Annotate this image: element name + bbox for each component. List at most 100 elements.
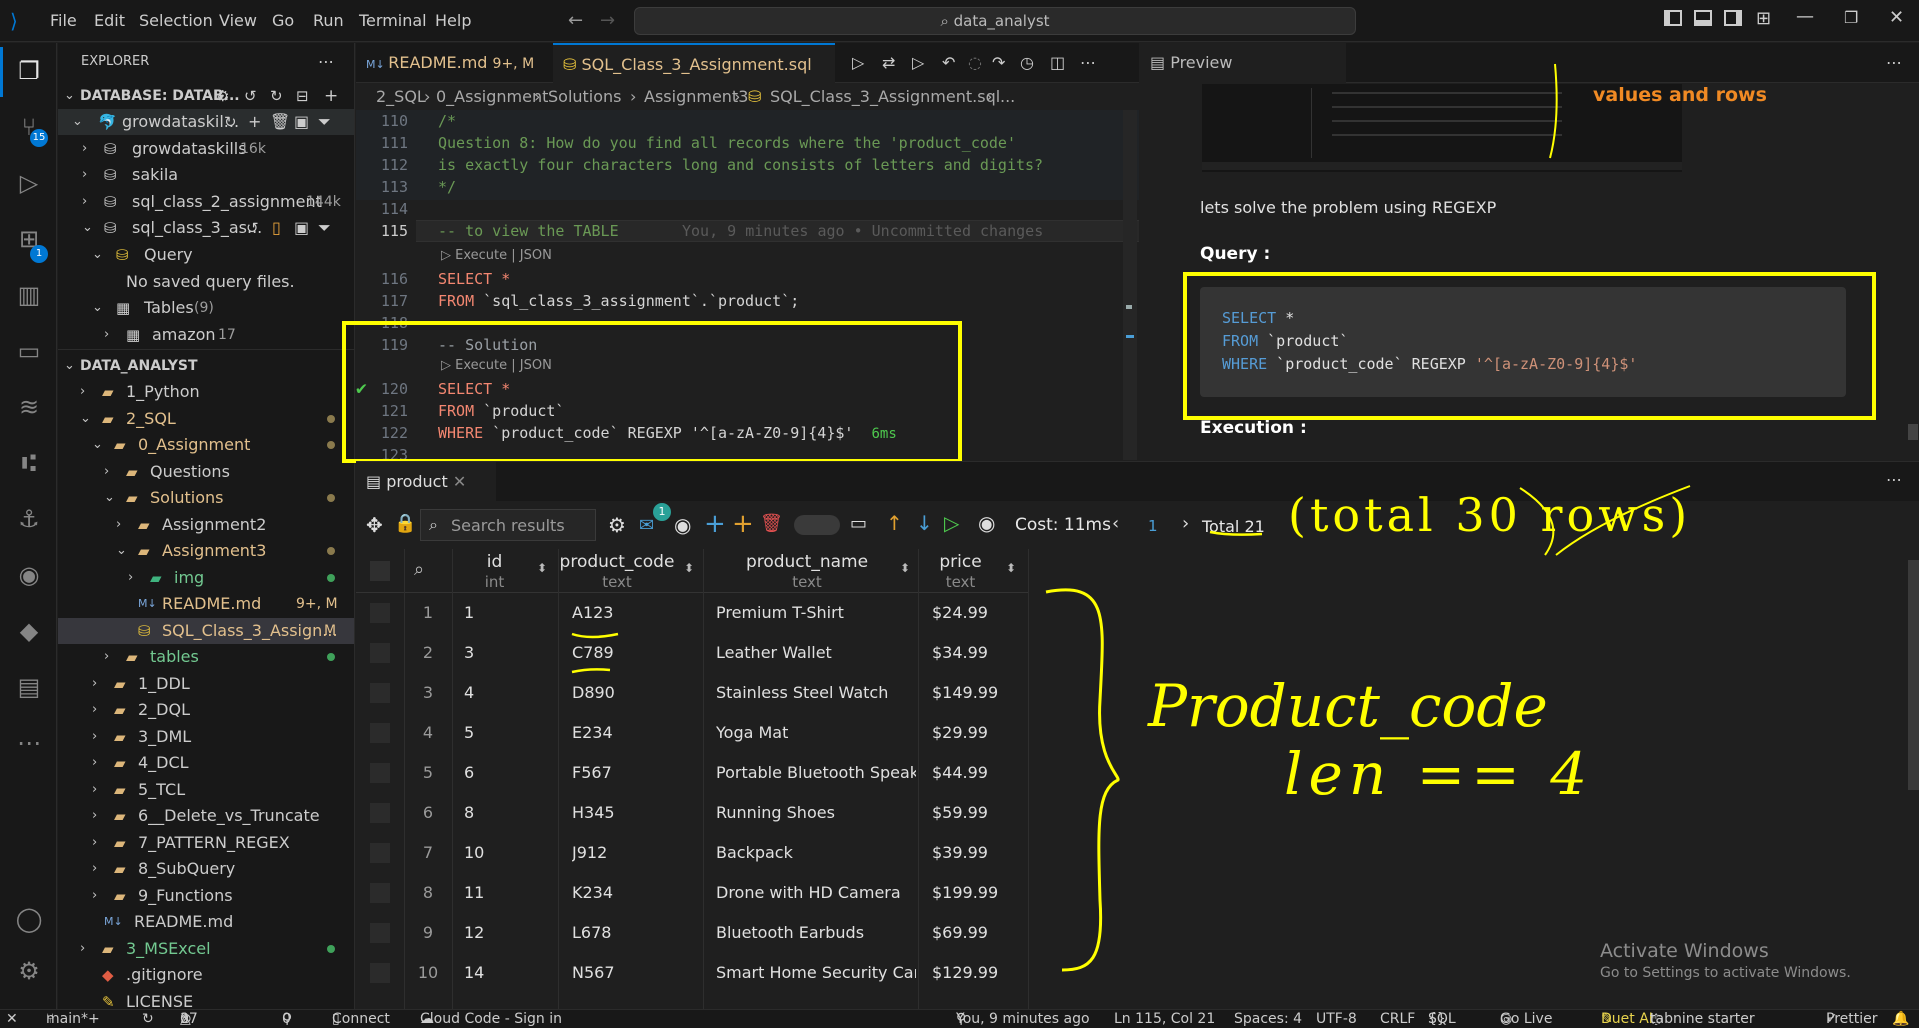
row-checkbox[interactable] — [370, 843, 390, 863]
table-row[interactable]: 5 6 F567 Portable Bluetooth Speaker $44.99 — [356, 753, 1029, 793]
run-debug-icon[interactable]: ▷ — [13, 167, 45, 199]
cell-price[interactable]: $39.99 — [932, 833, 1028, 873]
folder-item[interactable]: › ▰ img — [58, 565, 354, 591]
gear-icon[interactable]: ⚙ — [608, 513, 626, 537]
cell-product-code[interactable]: N567 — [572, 953, 700, 993]
gear-icon[interactable]: ⚙ — [216, 83, 229, 109]
row-number[interactable]: 9 — [404, 913, 452, 953]
breadcrumb-item[interactable]: 0_Assignment — [436, 84, 548, 110]
menu-selection[interactable]: Selection — [139, 0, 213, 42]
db-item[interactable]: › ⛁ sql_class_2_assignment 144k — [58, 189, 354, 215]
folder-item[interactable]: › ▰ 5_TCL — [58, 777, 354, 803]
sort-icon[interactable]: ⬍ — [537, 561, 547, 575]
sync-icon[interactable]: ↻ — [142, 1010, 154, 1028]
next-page-icon[interactable]: › — [1182, 513, 1189, 534]
row-number[interactable]: 7 — [404, 833, 452, 873]
row-number[interactable]: 10 — [404, 953, 452, 993]
collapse-all-icon[interactable]: ⊟ — [296, 83, 309, 109]
mail-icon[interactable]: ✉ — [639, 515, 654, 536]
cell-id[interactable]: 10 — [464, 833, 554, 873]
toggle-switch[interactable] — [794, 515, 840, 535]
eye-icon[interactable]: ◉ — [978, 511, 995, 535]
db-item[interactable]: ⌄ ⛁ sql_class_3_as... ↺ ▯ ▣ ⏷ — [58, 215, 354, 241]
search-results-input[interactable]: ⌕ Search results — [420, 509, 596, 541]
remote-explorer-icon[interactable]: ▭ — [13, 335, 45, 367]
terminal-icon[interactable]: ▣ — [294, 215, 309, 241]
customize-layout-icon[interactable]: ⊞ — [1756, 8, 1771, 29]
add-connection-icon[interactable]: + — [324, 83, 338, 109]
cell-id[interactable]: 3 — [464, 633, 554, 673]
row-checkbox[interactable] — [370, 723, 390, 743]
file-item[interactable]: ✎ LICENSE — [58, 989, 354, 1009]
run-icon[interactable]: ▷ — [852, 53, 864, 72]
cell-product-code[interactable]: A123 — [572, 593, 700, 633]
cell-id[interactable]: 11 — [464, 873, 554, 913]
tab-sql-active[interactable]: ⛁ SQL_Class_3_Assignment.sql M ✕ — [553, 43, 835, 114]
chart-icon[interactable]: ▥ — [13, 279, 45, 311]
search-icon[interactable]: ⌕ — [414, 559, 424, 580]
row-number[interactable]: 4 — [404, 713, 452, 753]
cell-price[interactable]: $24.99 — [932, 593, 1028, 633]
table-row[interactable]: 2 3 C789 Leather Wallet $34.99 — [356, 633, 1029, 673]
run-icon[interactable]: ▷ — [944, 511, 959, 535]
toggle-secondary-sidebar-icon[interactable] — [1724, 10, 1742, 26]
toggle-panel-icon[interactable] — [1694, 10, 1712, 26]
cell-price[interactable]: $129.99 — [932, 953, 1028, 993]
breadcrumb-item[interactable]: 2_SQL — [376, 84, 426, 110]
row-number[interactable]: 8 — [404, 873, 452, 913]
breadcrumb-item[interactable]: ... — [1000, 84, 1015, 110]
timeline-icon[interactable]: ◷ — [1020, 53, 1034, 72]
cell-product-name[interactable]: Bluetooth Earbuds — [716, 913, 916, 953]
cell-id[interactable]: 12 — [464, 913, 554, 953]
minimize-icon[interactable]: — — [1796, 6, 1814, 27]
folder-item[interactable]: ⌄ ▰ 2_SQL — [58, 406, 354, 432]
cell-product-name[interactable]: Portable Bluetooth Speaker — [716, 753, 916, 793]
row-checkbox[interactable] — [370, 683, 390, 703]
go-forward-change-icon[interactable]: ↷ — [992, 53, 1005, 72]
notes-icon[interactable]: ▤ — [13, 671, 45, 703]
arrow-down-icon[interactable]: ↓ — [916, 511, 933, 535]
cell-price[interactable]: $149.99 — [932, 673, 1028, 713]
query-folder[interactable]: ⌄ ⛁ Query — [58, 242, 354, 268]
menu-run[interactable]: Run — [313, 0, 344, 42]
file-item[interactable]: M↓ README.md 9+, M — [58, 591, 354, 617]
row-number[interactable]: 5 — [404, 753, 452, 793]
folder-item[interactable]: › ▰ 2_DQL — [58, 697, 354, 723]
tables-folder[interactable]: ⌄ ▦ Tables (9) — [58, 295, 354, 321]
prev-page-icon[interactable]: ‹ — [1112, 513, 1119, 534]
restore-icon[interactable]: ❐ — [1844, 8, 1858, 27]
folder-item[interactable]: › ▰ 7_PATTERN_REGEX — [58, 830, 354, 856]
file-item[interactable]: M↓ README.md — [58, 909, 354, 935]
column-header-id[interactable]: id int — [452, 549, 537, 593]
sort-icon[interactable]: ⬍ — [684, 561, 694, 575]
refresh-icon[interactable]: ↻ — [224, 109, 237, 135]
breadcrumb-item[interactable]: Assignment3 — [644, 84, 748, 110]
row-checkbox[interactable] — [370, 803, 390, 823]
tab-product-results[interactable]: ▤ product ✕ — [356, 462, 496, 502]
row-number[interactable]: 1 — [404, 593, 452, 633]
more-actions-icon[interactable]: ⋯ — [1886, 53, 1902, 72]
table-row[interactable]: 7 10 J912 Backpack $39.99 — [356, 833, 1029, 873]
table-row[interactable]: 10 14 N567 Smart Home Security Came $129.99 — [356, 953, 1029, 993]
refresh-icon[interactable]: ↻ — [270, 83, 283, 109]
folder-item[interactable]: › ▰ Assignment2 — [58, 512, 354, 538]
breadcrumb-item[interactable]: SQL_Class_3_Assignment.sql — [770, 84, 1000, 110]
select-all-checkbox[interactable] — [370, 561, 390, 581]
terminal-icon[interactable]: ▣ — [294, 109, 309, 135]
nav-back-icon[interactable]: ← — [568, 10, 583, 31]
table-row[interactable]: 6 8 H345 Running Shoes $59.99 — [356, 793, 1029, 833]
cell-product-code[interactable]: J912 — [572, 833, 700, 873]
row-checkbox[interactable] — [370, 643, 390, 663]
row-checkbox[interactable] — [370, 883, 390, 903]
preview-scrollbar[interactable] — [1908, 424, 1918, 440]
folder-item[interactable]: ⌄ ▰ Solutions — [58, 485, 354, 511]
move-icon[interactable]: ✥ — [366, 513, 383, 537]
cell-product-code[interactable]: C789 — [572, 633, 700, 673]
cell-id[interactable]: 4 — [464, 673, 554, 713]
more-actions-icon[interactable]: ⋯ — [1080, 53, 1096, 72]
cell-product-name[interactable]: Premium T-Shirt — [716, 593, 916, 633]
breadcrumb-item[interactable]: Solutions — [548, 84, 622, 110]
cell-id[interactable]: 8 — [464, 793, 554, 833]
folder-section-header[interactable]: ⌄ DATA_ANALYST — [58, 353, 354, 379]
tab-readme[interactable]: M↓ README.md 9+, M — [356, 43, 552, 83]
